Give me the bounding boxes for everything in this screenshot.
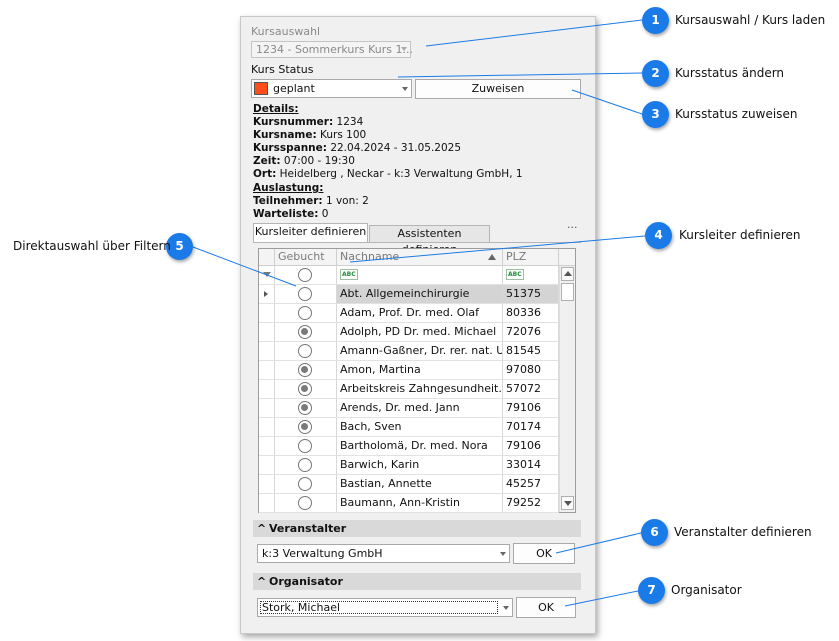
callout-badge-4: 4 [645,222,672,249]
callout-badge-7: 7 [638,577,665,604]
callout-text-1: Kursauswahl / Kurs laden [675,13,826,27]
callout-text-3: Kursstatus zuweisen [675,107,798,121]
callout-text-2: Kursstatus ändern [675,66,785,80]
callout-badge-6: 6 [641,519,668,546]
callout-line-3 [571,89,643,115]
callout-line-6 [555,532,642,554]
callout-line-1 [425,19,643,47]
callout-text-6: Veranstalter definieren [674,525,812,539]
callout-line-2 [397,72,643,78]
callout-text-7: Organisator [671,583,742,597]
callout-badge-2: 2 [642,60,669,87]
callout-text-4: Kursleiter definieren [679,228,801,242]
callout-text-5: Direktauswahl über Filtern [13,239,171,253]
callout-badge-3: 3 [642,101,669,128]
callout-line-4 [349,235,646,263]
callout-line-7 [564,590,639,607]
callout-line-5 [192,246,297,287]
callout-lines [192,19,646,607]
callout-badge-1: 1 [642,7,669,34]
